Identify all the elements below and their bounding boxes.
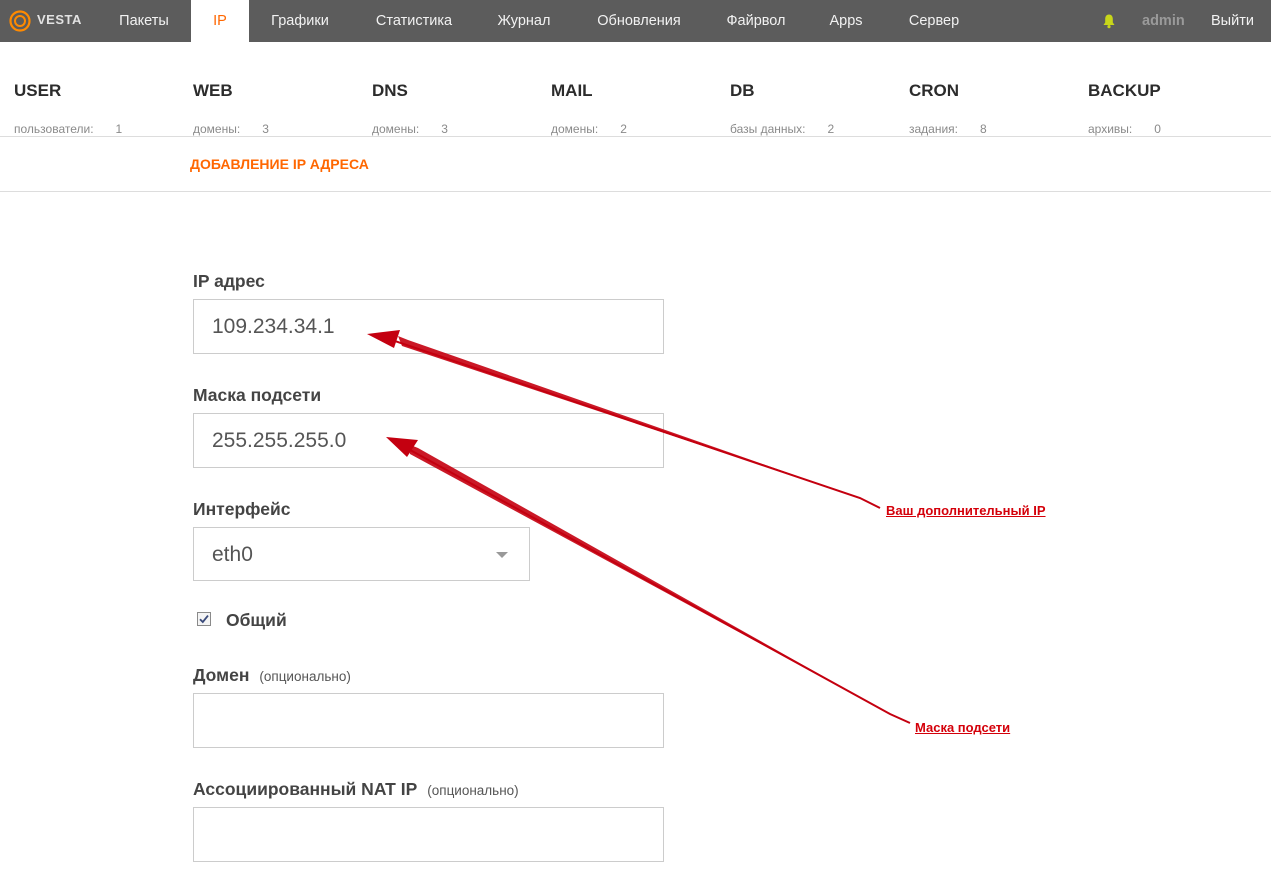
vesta-logo[interactable]: VESTA: [8, 9, 81, 33]
ip-label: IP адрес: [193, 271, 265, 291]
stat-value: 3: [262, 122, 269, 136]
divider: [0, 191, 1271, 192]
bell-icon[interactable]: [1101, 13, 1117, 29]
ip-input[interactable]: 109.234.34.1: [193, 299, 664, 354]
stat-title: BACKUP: [1088, 81, 1161, 100]
stat-title: DB: [730, 81, 755, 100]
nav-statistics[interactable]: Статистика: [359, 0, 469, 42]
stat-title: WEB: [193, 81, 233, 100]
stat-title: CRON: [909, 81, 960, 100]
stat-label: пользователи:: [14, 122, 94, 136]
nat-label: Ассоциированный NAT IP (опционально): [193, 779, 519, 800]
stat-title: DNS: [372, 81, 408, 100]
stat-label: домены:: [372, 122, 420, 136]
domain-label: Домен (опционально): [193, 665, 351, 686]
nav-apps[interactable]: Apps: [815, 0, 877, 42]
stat-value: 1: [115, 122, 123, 136]
stat-value: 8: [980, 122, 987, 136]
ip-callout: Ваш дополнительный IP: [886, 503, 1046, 518]
stat-detail: задания: 8: [909, 122, 987, 136]
nav-updates[interactable]: Обновления: [581, 0, 697, 42]
stat-label: архивы:: [1088, 122, 1133, 136]
stat-detail: домены: 3: [372, 122, 448, 136]
nav-firewall[interactable]: Файрвол: [712, 0, 800, 42]
domain-label-text: Домен: [193, 665, 250, 685]
nav-packages[interactable]: Пакеты: [100, 0, 188, 42]
stat-detail: базы данных: 2: [730, 122, 834, 136]
stat-label: базы данных:: [730, 122, 806, 136]
shared-label: Общий: [226, 610, 287, 630]
chevron-down-icon: [496, 552, 508, 558]
stat-value: 0: [1154, 122, 1161, 136]
nav-server[interactable]: Сервер: [894, 0, 974, 42]
vesta-logo-icon: [9, 10, 31, 32]
interface-label: Интерфейс: [193, 499, 291, 519]
nat-optional: (опционально): [427, 783, 519, 798]
stat-title: USER: [14, 81, 62, 100]
stat-label: задания:: [909, 122, 959, 136]
nav-log[interactable]: Журнал: [484, 0, 564, 42]
stat-label: домены:: [193, 122, 241, 136]
nav-graphs[interactable]: Графики: [256, 0, 344, 42]
checkmark-icon: [199, 615, 209, 624]
stat-title: MAIL: [551, 81, 593, 100]
page-title: ДОБАВЛЕНИЕ IP АДРЕСА: [190, 156, 369, 172]
interface-value: eth0: [212, 543, 253, 566]
user-name[interactable]: admin: [1142, 0, 1185, 43]
domain-optional: (опционально): [259, 669, 351, 684]
stat-label: домены:: [551, 122, 599, 136]
stat-detail: домены: 2: [551, 122, 627, 136]
logo-text: VESTA: [37, 12, 82, 27]
stat-value: 3: [441, 122, 448, 136]
nat-input[interactable]: [193, 807, 664, 862]
shared-checkbox[interactable]: [197, 612, 211, 626]
domain-input[interactable]: [193, 693, 664, 748]
mask-label: Маска подсети: [193, 385, 322, 405]
stat-value: 2: [827, 122, 835, 136]
stat-detail: архивы: 0: [1088, 122, 1161, 136]
nat-label-text: Ассоциированный NAT IP: [193, 779, 418, 799]
stats-panel: USER пользователи: 1 WEB домены: 3 DNS дом…: [0, 42, 1271, 137]
stat-detail: домены: 3: [193, 122, 269, 136]
mask-callout: Маска подсети: [915, 720, 1011, 735]
mask-input[interactable]: 255.255.255.0: [193, 413, 664, 468]
nav-ip[interactable]: IP: [191, 0, 249, 42]
stat-detail: пользователи: 1: [14, 122, 122, 136]
logout-link[interactable]: Выйти: [1211, 0, 1254, 43]
top-navigation-bar: VESTA Пакеты IP Графики Статистика Журна…: [0, 0, 1271, 42]
stat-value: 2: [620, 122, 627, 136]
interface-select[interactable]: eth0: [193, 527, 530, 581]
